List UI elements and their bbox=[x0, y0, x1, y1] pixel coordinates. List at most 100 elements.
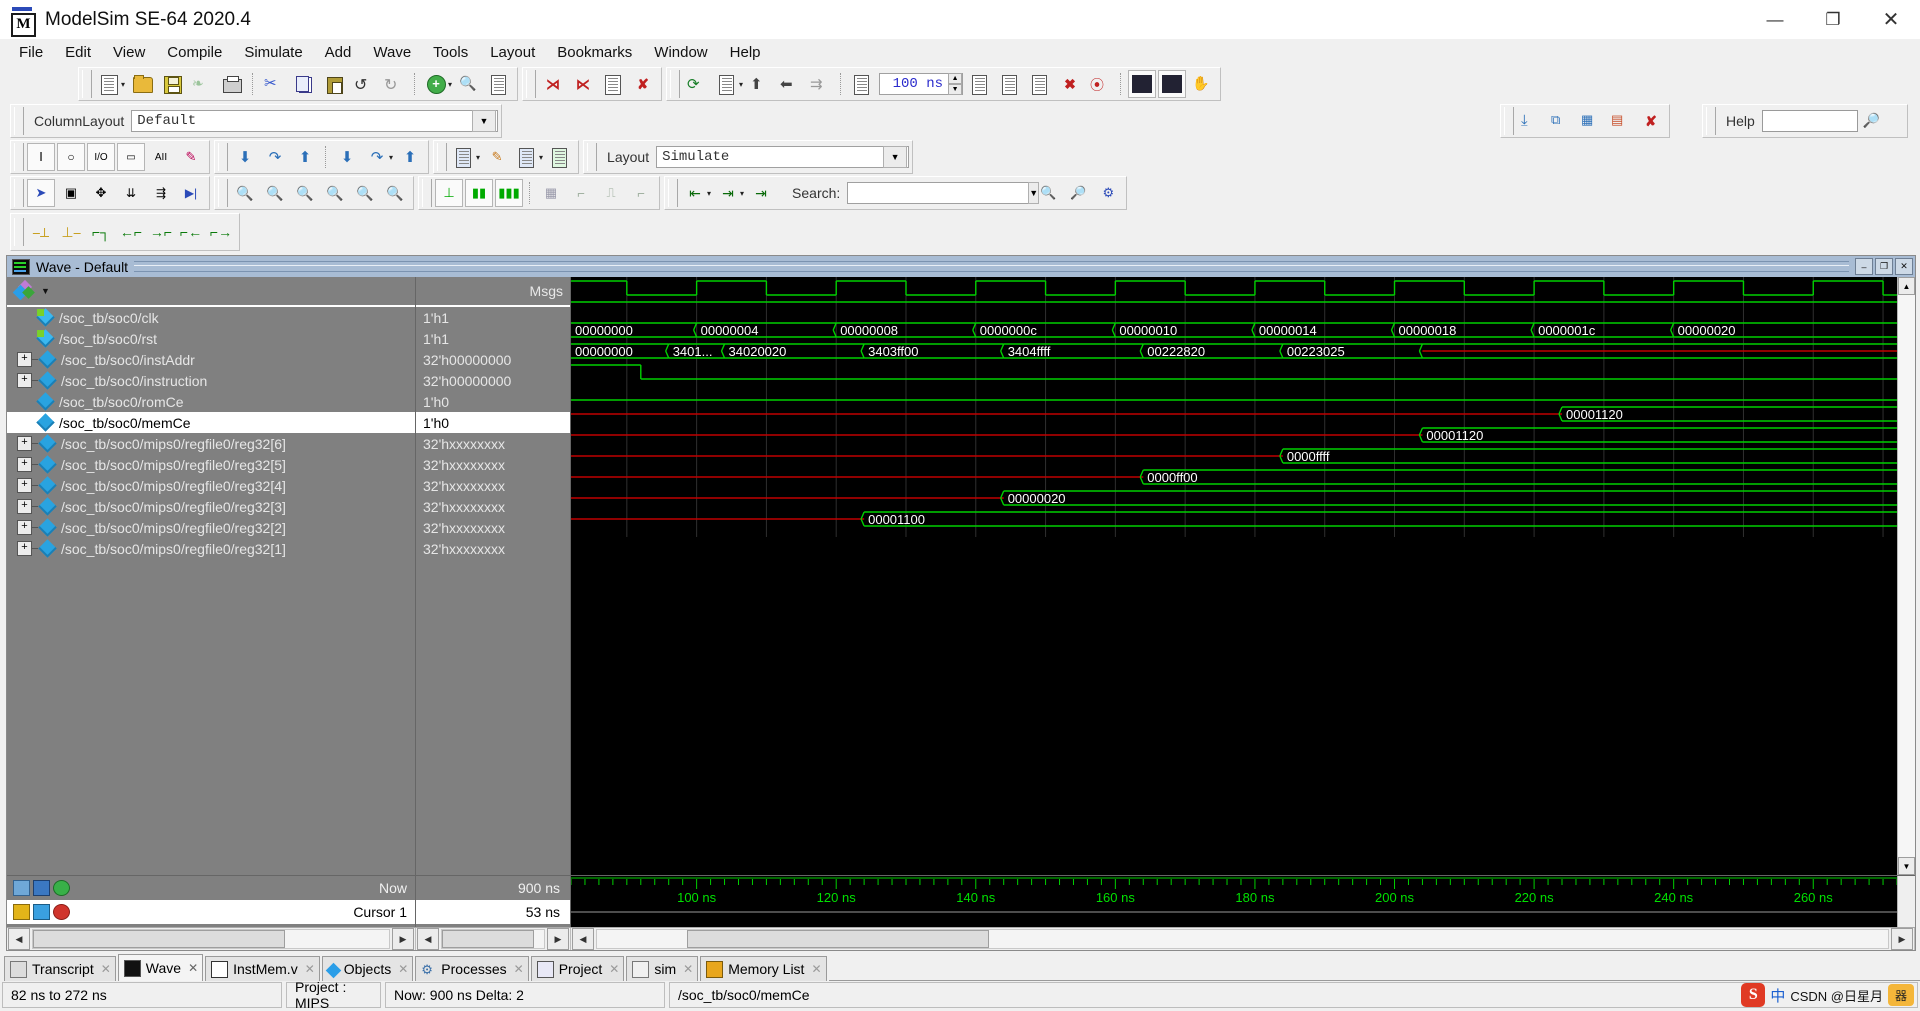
tab-close-icon[interactable]: ✕ bbox=[683, 962, 693, 976]
run-button[interactable] bbox=[966, 70, 994, 98]
zoom-out-button[interactable]: 🔍 bbox=[261, 179, 289, 207]
insert-cursor-button[interactable]: ⬇ bbox=[231, 143, 259, 171]
menu-layout[interactable]: Layout bbox=[479, 42, 546, 63]
wave-hscrollbar[interactable]: ◀ ▶ bbox=[571, 928, 1915, 950]
format-bus-button[interactable]: ▮▮▮ bbox=[495, 179, 523, 207]
wave-bookmark-button[interactable]: ▤ bbox=[1607, 107, 1635, 135]
cursor-up-button[interactable]: ⬆ bbox=[291, 143, 319, 171]
run-all-button[interactable] bbox=[996, 70, 1024, 98]
restart-button[interactable]: ⟳ bbox=[683, 70, 711, 98]
find-button[interactable]: 🔍 bbox=[455, 70, 483, 98]
zoom-last-button[interactable]: 🔍 bbox=[381, 179, 409, 207]
tab-close-icon[interactable]: ✕ bbox=[188, 961, 198, 975]
scroll-up-button[interactable]: ▲ bbox=[1898, 277, 1915, 295]
menu-file[interactable]: File bbox=[8, 42, 54, 63]
open-button[interactable] bbox=[128, 70, 156, 98]
cursor-row[interactable]: Cursor 1 bbox=[7, 900, 415, 924]
time-axis[interactable]: 100 ns120 ns140 ns160 ns180 ns200 ns220 … bbox=[571, 876, 1897, 927]
grid-in-button[interactable]: ⌐← bbox=[177, 218, 205, 246]
add-cursor-icon[interactable] bbox=[53, 880, 70, 896]
step-out-button[interactable]: ⇉ bbox=[806, 70, 834, 98]
menu-simulate[interactable]: Simulate bbox=[233, 42, 313, 63]
format-step-button[interactable]: ⎍ bbox=[597, 179, 625, 207]
hand-tool-button[interactable]: ✋ bbox=[1188, 70, 1216, 98]
wave-minimize-button[interactable]: – bbox=[1855, 258, 1873, 275]
names-scroll-left-button[interactable]: ◀ bbox=[8, 928, 30, 950]
vertical-scroll-track[interactable] bbox=[1898, 295, 1915, 857]
search-settings-button[interactable]: ⚙ bbox=[1094, 179, 1122, 207]
tab-wave[interactable]: Wave ✕ bbox=[118, 954, 203, 981]
grid-right-button[interactable]: →⌐ bbox=[147, 218, 175, 246]
filter-inputs-button[interactable]: Ⅰ bbox=[27, 143, 55, 171]
menu-window[interactable]: Window bbox=[643, 42, 718, 63]
run-length-button[interactable] bbox=[848, 70, 876, 98]
reload-button[interactable]: ❧ bbox=[188, 70, 216, 98]
wave-save-button[interactable] bbox=[513, 143, 541, 171]
expand-icon[interactable]: + bbox=[17, 541, 32, 556]
group-up-button[interactable]: ⬆ bbox=[396, 143, 424, 171]
zoom-cursor-button[interactable]: 🔍 bbox=[321, 179, 349, 207]
wave-dataset-button[interactable]: ▦ bbox=[1577, 107, 1605, 135]
wave-export-button[interactable] bbox=[546, 143, 574, 171]
signal-row[interactable]: +/soc_tb/soc0/instAddr bbox=[7, 349, 415, 370]
redo-button[interactable]: ↻ bbox=[380, 70, 408, 98]
undo-button[interactable]: ↺ bbox=[350, 70, 378, 98]
names-hscrollbar[interactable]: ◀ ▶ bbox=[7, 928, 416, 950]
wave-vertical-scrollbar[interactable]: ▲ ▼ bbox=[1897, 277, 1915, 875]
group-down-button[interactable]: ⬇ bbox=[333, 143, 361, 171]
scroll-down-button[interactable]: ▼ bbox=[1898, 857, 1915, 875]
search-input[interactable]: ▼ bbox=[847, 182, 1033, 204]
column-layout-combo[interactable]: Default ▼ bbox=[131, 110, 498, 132]
filter-outputs-button[interactable]: ○ bbox=[57, 143, 85, 171]
chevron-down-icon[interactable]: ▼ bbox=[472, 110, 496, 132]
expand-icon[interactable]: + bbox=[17, 352, 32, 367]
signal-row[interactable]: +/soc_tb/soc0/mips0/regfile0/reg32[4] bbox=[7, 475, 415, 496]
values-scroll-right-button[interactable]: ▶ bbox=[547, 928, 569, 950]
wave-save-format-button[interactable]: ⤓ bbox=[1517, 107, 1545, 135]
search-next-button[interactable]: ⇥ bbox=[714, 179, 742, 207]
filter-custom-button[interactable]: ✎ bbox=[177, 143, 205, 171]
grid-out-button[interactable]: ⌐→ bbox=[207, 218, 235, 246]
breakpoints-button[interactable] bbox=[599, 70, 627, 98]
clear-breakpoints-button[interactable]: ✘ bbox=[629, 70, 657, 98]
lock-icon[interactable] bbox=[13, 904, 30, 920]
select-tool-button[interactable]: ➤ bbox=[27, 179, 55, 207]
grid-start-button[interactable]: ⌐┐ bbox=[87, 218, 115, 246]
format-literal-button[interactable]: ⊥ bbox=[435, 179, 463, 207]
step-over-button[interactable]: ⬅ bbox=[776, 70, 804, 98]
tab-processes[interactable]: ⚙ Processes ✕ bbox=[415, 956, 528, 981]
format-analog-button[interactable]: ▮▮ bbox=[465, 179, 493, 207]
layout-combo[interactable]: Simulate ▼ bbox=[656, 146, 909, 168]
tab-instmem[interactable]: InstMem.v ✕ bbox=[205, 956, 320, 981]
filter-internal-button[interactable]: ▭ bbox=[117, 143, 145, 171]
align-left-button[interactable]: ⎯⊥ bbox=[27, 218, 55, 246]
search-expand-button[interactable]: ⇥ bbox=[747, 179, 775, 207]
cursor-link-button[interactable]: ↷ bbox=[261, 143, 289, 171]
expand-icon[interactable]: + bbox=[17, 499, 32, 514]
format-dashed-button[interactable]: ⌐ bbox=[627, 179, 655, 207]
copy-button[interactable] bbox=[290, 70, 318, 98]
wave-restore-button[interactable]: ❐ bbox=[1875, 258, 1893, 275]
wave-scroll-right-button[interactable]: ▶ bbox=[1891, 928, 1913, 950]
format-edge-button[interactable]: ⌐ bbox=[567, 179, 595, 207]
wrench-icon[interactable] bbox=[33, 904, 50, 920]
tab-close-icon[interactable]: ✕ bbox=[305, 962, 315, 976]
tab-close-icon[interactable]: ✕ bbox=[398, 962, 408, 976]
menu-help[interactable]: Help bbox=[719, 42, 772, 63]
group-link-button[interactable]: ↷ bbox=[363, 143, 391, 171]
wave-compare-button[interactable]: ⧉ bbox=[1547, 107, 1575, 135]
expand-icon[interactable]: + bbox=[17, 520, 32, 535]
step-into-button[interactable]: ⬆ bbox=[746, 70, 774, 98]
new-wave-window-button[interactable] bbox=[450, 143, 478, 171]
distribute-tool-button[interactable]: ⇶ bbox=[147, 179, 175, 207]
wave-pencil-button[interactable]: ✎ bbox=[483, 143, 511, 171]
menu-bookmarks[interactable]: Bookmarks bbox=[546, 42, 643, 63]
waveform-pane[interactable]: 0000000000000004000000080000000c00000010… bbox=[571, 277, 1897, 875]
coverage-button[interactable] bbox=[1128, 70, 1156, 98]
profile-button[interactable] bbox=[1158, 70, 1186, 98]
edit-mode-button[interactable]: ▶| bbox=[177, 179, 205, 207]
signal-row[interactable]: +/soc_tb/soc0/mips0/regfile0/reg32[1] bbox=[7, 538, 415, 559]
search-find-all-button[interactable]: 🔎 bbox=[1064, 179, 1092, 207]
help-search-button[interactable]: 🔎 bbox=[1859, 107, 1887, 135]
search-find-button[interactable]: 🔍 bbox=[1034, 179, 1062, 207]
